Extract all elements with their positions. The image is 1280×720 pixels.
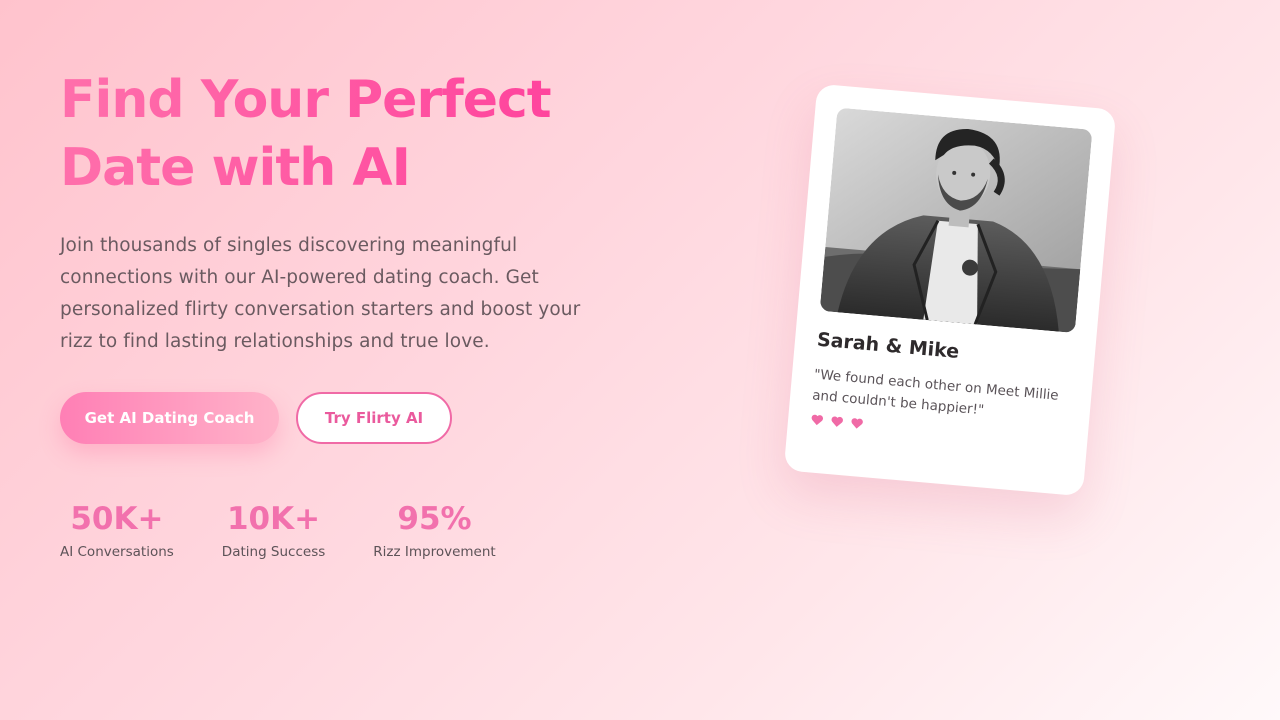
testimonial-photo (819, 107, 1093, 334)
stat-dating-success: 10K+ Dating Success (222, 500, 325, 560)
stat-label: Rizz Improvement (373, 544, 496, 560)
heart-icon (851, 418, 863, 429)
stat-rizz-improvement: 95% Rizz Improvement (373, 500, 495, 560)
testimonial-card: Sarah & Mike "We found each other on Mee… (783, 83, 1117, 497)
hero-title-line2: Date with AI (60, 138, 410, 198)
stats-row: 50K+ AI Conversations 10K+ Dating Succes… (60, 500, 660, 560)
stat-value: 95% (397, 501, 472, 537)
heart-icon (831, 416, 843, 427)
hero-title: Find Your Perfect Date with AI (60, 66, 660, 202)
stat-label: Dating Success (221, 544, 326, 560)
hero-subtitle: Join thousands of singles discovering me… (60, 235, 581, 352)
get-ai-dating-coach-button[interactable]: Get AI Dating Coach (60, 392, 279, 444)
stat-ai-conversations: 50K+ AI Conversations (60, 500, 174, 560)
heart-icon (811, 414, 824, 426)
testimonial-name: Sarah & Mike (816, 328, 961, 363)
cta-row: Get AI Dating Coach Try Flirty AI (60, 392, 660, 444)
stat-value: 50K+ (70, 501, 164, 537)
hero-section: Find Your Perfect Date with AI Join thou… (60, 66, 660, 560)
hero-title-line1: Find Your Perfect (60, 70, 551, 130)
try-flirty-ai-button[interactable]: Try Flirty AI (296, 392, 452, 444)
stat-value: 10K+ (226, 501, 321, 537)
stat-label: AI Conversations (60, 544, 174, 560)
person-portrait-icon (819, 107, 1093, 334)
